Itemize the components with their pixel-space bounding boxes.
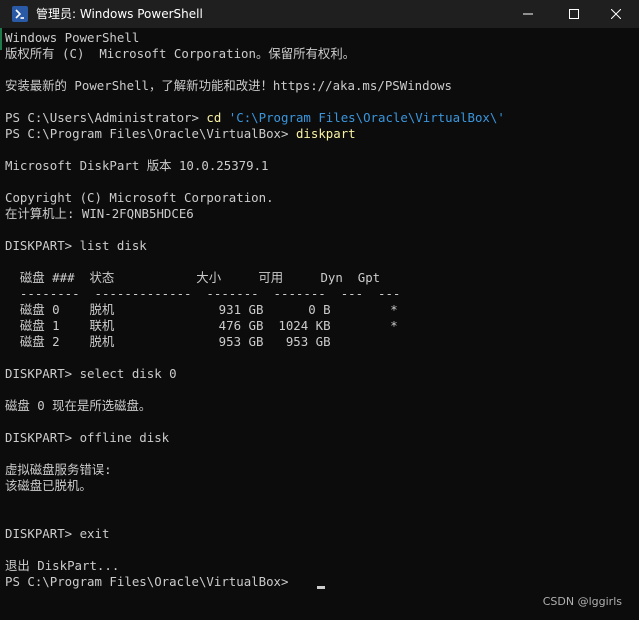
close-icon	[611, 9, 621, 19]
console-line: DISKPART> select disk 0	[5, 366, 177, 381]
window-title: 管理员: Windows PowerShell	[36, 7, 203, 21]
prompt-text: PS C:\Program Files\Oracle\VirtualBox>	[5, 574, 296, 589]
console-line: 磁盘 0 现在是所选磁盘。	[5, 398, 152, 413]
console-line: 磁盘 1 联机 476 GB 1024 KB *	[5, 318, 398, 333]
console-line: 该磁盘已脱机。	[5, 478, 92, 493]
console-line: Copyright (C) Microsoft Corporation.	[5, 190, 274, 205]
title-bar[interactable]: 管理员: Windows PowerShell	[0, 0, 639, 28]
console-line: 退出 DiskPart...	[5, 558, 120, 573]
console-line: PS C:\Users\Administrator> cd 'C:\Progra…	[5, 110, 505, 126]
console-line: 磁盘 2 脱机 953 GB 953 GB	[5, 334, 331, 349]
maximize-icon	[569, 9, 579, 19]
powershell-icon	[12, 6, 28, 22]
text-cursor	[317, 586, 325, 589]
console-line: 虚拟磁盘服务错误:	[5, 462, 112, 477]
minimize-icon	[523, 13, 533, 15]
minimize-button[interactable]	[505, 0, 551, 28]
console-line: DISKPART> exit	[5, 526, 110, 541]
console-line: 磁盘 0 脱机 931 GB 0 B *	[5, 302, 398, 317]
console-line: 在计算机上: WIN-2FQNB5HDCE6	[5, 206, 194, 221]
console-line: -------- ------------- ------- ------- -…	[5, 286, 401, 301]
console-line: PS C:\Program Files\Oracle\VirtualBox>	[5, 574, 296, 590]
powershell-window: 管理员: Windows PowerShell Windows PowerShe…	[0, 0, 639, 620]
console-line: Windows PowerShell	[5, 30, 140, 45]
console-line: 版权所有 (C) Microsoft Corporation。保留所有权利。	[5, 46, 356, 61]
prompt-text: PS C:\Users\Administrator>	[5, 110, 207, 125]
console-output[interactable]: Windows PowerShell 版权所有 (C) Microsoft Cor…	[0, 28, 626, 620]
console-line: 磁盘 ### 状态 大小 可用 Dyn Gpt	[5, 270, 381, 285]
console-line: Microsoft DiskPart 版本 10.0.25379.1	[5, 158, 269, 173]
close-button[interactable]	[593, 0, 639, 28]
watermark: CSDN @lggirls	[542, 595, 622, 608]
vertical-scrollbar[interactable]	[626, 28, 639, 620]
command-text: cd	[206, 110, 222, 125]
console-line: DISKPART> list disk	[5, 238, 147, 253]
scrollbar-thumb[interactable]	[630, 32, 635, 572]
maximize-button[interactable]	[551, 0, 597, 28]
command-argument: 'C:\Program Files\Oracle\VirtualBox\'	[221, 110, 505, 125]
console-line: PS C:\Program Files\Oracle\VirtualBox> d…	[5, 126, 356, 142]
console-line: 安装最新的 PowerShell，了解新功能和改进！https://aka.ms…	[5, 78, 452, 93]
console-line: DISKPART> offline disk	[5, 430, 170, 445]
prompt-text: PS C:\Program Files\Oracle\VirtualBox>	[5, 126, 296, 141]
command-text: diskpart	[295, 126, 356, 141]
